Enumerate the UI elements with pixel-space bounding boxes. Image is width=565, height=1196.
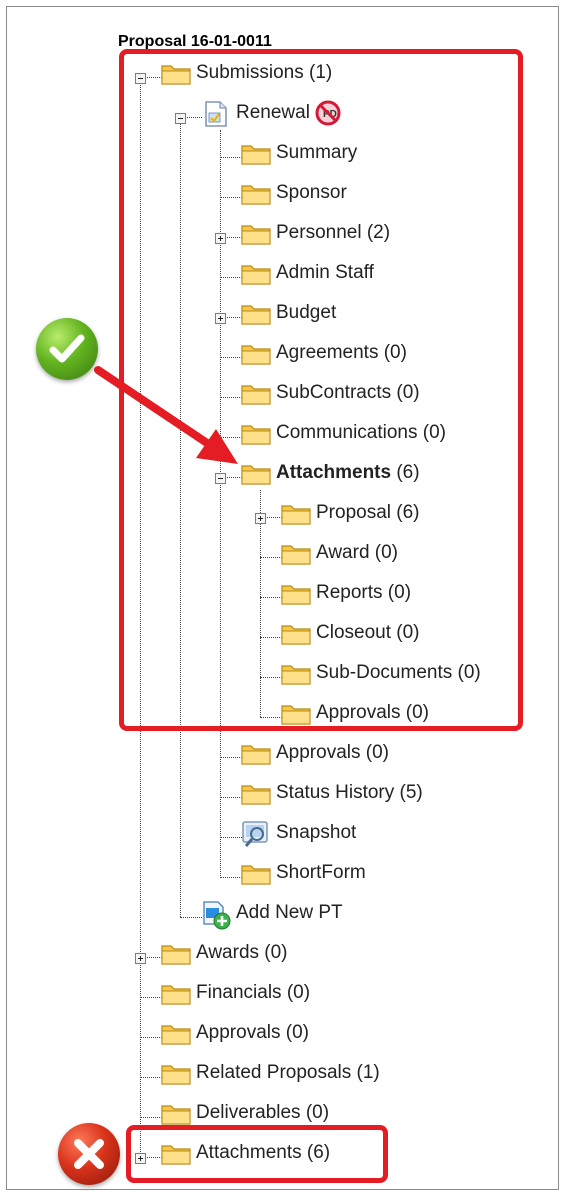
arrow-icon [94,366,238,464]
cross-icon [58,1123,120,1185]
check-icon [36,318,98,380]
